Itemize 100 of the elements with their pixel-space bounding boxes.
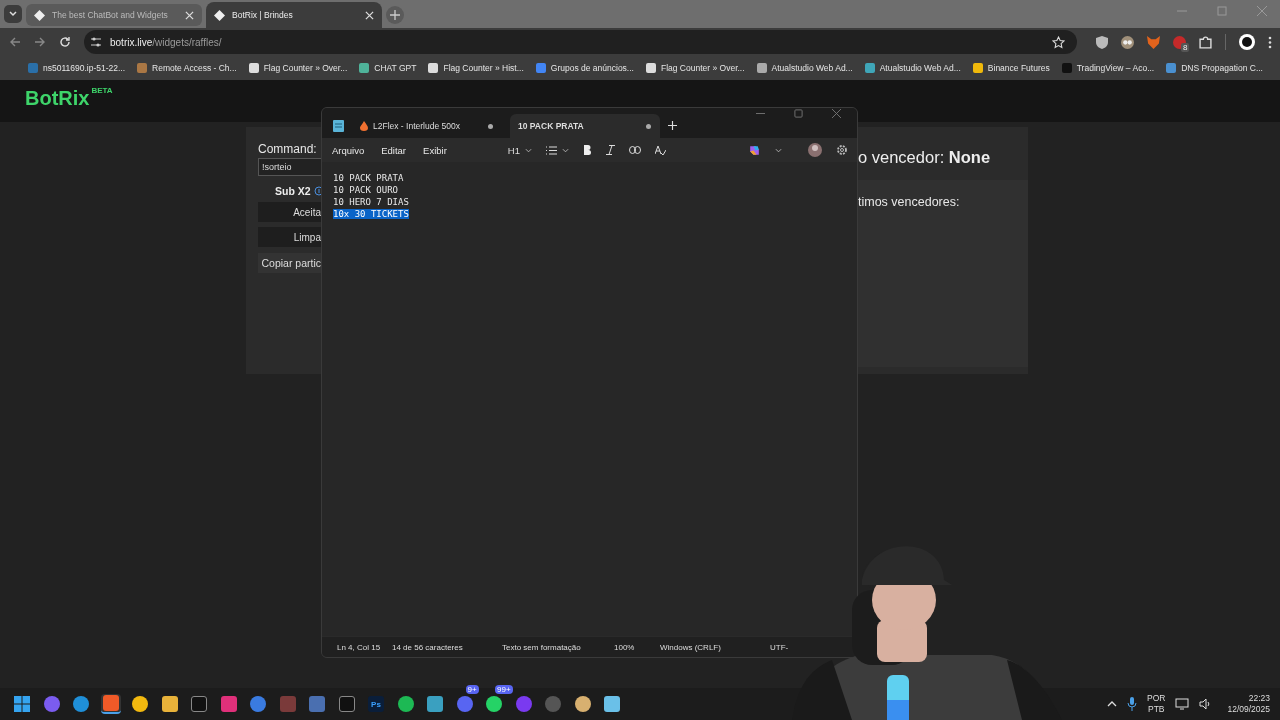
caret-icon xyxy=(561,147,569,153)
tab-list-button[interactable] xyxy=(4,5,22,23)
notification-badge: 9+ xyxy=(465,685,479,694)
taskbar-app[interactable] xyxy=(130,694,150,714)
document-tab[interactable]: 10 PACK PRATA xyxy=(510,114,660,138)
taskbar-app[interactable] xyxy=(602,694,622,714)
notification-badge: 99+ xyxy=(495,685,513,694)
menu-item[interactable]: Exibir xyxy=(423,144,447,156)
status-item: 100% xyxy=(614,642,636,652)
taskbar-app[interactable] xyxy=(336,694,357,714)
bookmark[interactable]: ns5011690.ip-51-22... xyxy=(28,63,126,73)
beta-label: BETA xyxy=(91,86,113,95)
taskbar-app[interactable] xyxy=(425,694,445,714)
fox-icon[interactable] xyxy=(1147,35,1160,49)
bookmark[interactable]: Grupos de anúncios... xyxy=(535,63,634,73)
browser-tab[interactable]: BotRix | Brindes xyxy=(206,2,382,28)
caret-icon[interactable] xyxy=(775,147,782,153)
taskbar-app[interactable] xyxy=(484,694,504,714)
bold-icon[interactable] xyxy=(582,145,592,155)
app-icon xyxy=(279,696,296,712)
url-text: botrix.live/widgets/raffles/ xyxy=(110,36,222,48)
bookmark[interactable]: Atualstudio Web Ad... xyxy=(756,63,853,73)
tab-title: 10 PACK PRATA xyxy=(518,121,584,131)
taskbar-app[interactable] xyxy=(12,694,32,714)
star-icon[interactable] xyxy=(1052,35,1065,49)
link-icon[interactable] xyxy=(628,146,641,154)
action-button[interactable]: Aceita xyxy=(258,202,321,222)
info-icon[interactable] xyxy=(313,186,322,196)
speaker-icon[interactable] xyxy=(1199,698,1212,710)
monitor-icon[interactable] xyxy=(1175,698,1190,710)
menu-icon[interactable] xyxy=(1268,35,1272,49)
heading-dropdown[interactable]: H1 xyxy=(507,144,532,156)
menu-item[interactable]: Editar xyxy=(381,144,407,156)
app-icon xyxy=(161,696,178,712)
app-icon xyxy=(43,696,60,712)
extension-icon[interactable] xyxy=(1173,35,1186,49)
text-editor[interactable]: 10 PACK PRATA 10 PACK OURO 10 HERO 7 DIAS 10x 30 TICKETS xyxy=(322,162,857,636)
action-button[interactable]: Copiar partic xyxy=(258,253,321,273)
diamond-icon xyxy=(214,9,225,21)
settings-icon[interactable] xyxy=(836,144,848,156)
taskbar-app[interactable] xyxy=(189,694,209,714)
command-field[interactable]: !sorteio xyxy=(258,158,321,176)
back-icon[interactable] xyxy=(9,36,21,48)
close-icon[interactable] xyxy=(832,109,841,118)
app-icon xyxy=(545,696,561,712)
taskbar-app[interactable] xyxy=(100,694,121,714)
clock[interactable]: 22:23 12/09/2025 xyxy=(1227,693,1270,715)
bookmark[interactable]: CHAT GPT xyxy=(359,63,417,73)
taskbar-app[interactable] xyxy=(71,694,91,714)
language-indicator[interactable]: POR PTB xyxy=(1147,693,1166,715)
bookmark[interactable]: Atualstudio Web Ad... xyxy=(864,63,961,73)
taskbar-app[interactable]: Ps xyxy=(366,694,386,714)
taskbar-app[interactable] xyxy=(218,694,239,714)
notepad-icon xyxy=(333,120,344,132)
app-icon xyxy=(604,696,620,712)
plus-icon xyxy=(390,10,400,20)
tab-title: L2Flex - Interlude 500x xyxy=(373,121,460,131)
action-button[interactable]: Limpa xyxy=(258,227,321,247)
bookmark[interactable]: TradingView – Aco... xyxy=(1061,63,1155,73)
italic-icon[interactable] xyxy=(605,145,615,155)
sub-label: Sub X2 xyxy=(275,185,311,197)
unsaved-dot xyxy=(488,123,493,129)
browser-tab[interactable]: The best ChatBot and Widgets xyxy=(26,4,202,26)
tab-title: The best ChatBot and Widgets xyxy=(52,10,169,20)
app-icon xyxy=(515,696,532,712)
start-icon xyxy=(14,696,30,712)
bookmark[interactable]: DNS Propagation C... xyxy=(1166,63,1263,73)
spellcheck-icon[interactable] xyxy=(654,144,666,156)
caret-icon xyxy=(8,9,18,19)
sliders-icon[interactable] xyxy=(90,36,102,48)
profile-avatar-icon[interactable] xyxy=(1239,34,1255,50)
account-avatar-icon[interactable] xyxy=(808,143,822,157)
new-tab-button[interactable] xyxy=(386,6,404,24)
plus-icon[interactable] xyxy=(668,121,677,130)
bookmark[interactable]: Flag Counter » Over... xyxy=(645,63,745,73)
status-item: 14 de 56 caracteres xyxy=(392,642,464,652)
taskbar-app[interactable] xyxy=(248,694,268,714)
shield-icon[interactable] xyxy=(1096,35,1108,49)
reload-icon[interactable] xyxy=(59,36,71,48)
bookmark[interactable]: Binance Futures xyxy=(972,63,1050,73)
caret-icon xyxy=(524,147,532,153)
address-bar[interactable]: botrix.live/widgets/raffles/ xyxy=(84,30,1077,54)
puzzle-icon[interactable] xyxy=(1199,35,1212,49)
bookmark[interactable]: Flag Counter » Over... xyxy=(248,63,348,73)
bookmark[interactable]: Flag Counter » Hist... xyxy=(428,63,524,73)
app-icon xyxy=(427,696,443,712)
forward-icon[interactable] xyxy=(34,36,46,48)
app-icon xyxy=(73,696,89,712)
document-tab[interactable]: L2Flex - Interlude 500x xyxy=(352,114,502,138)
bookmark[interactable]: Remote Access - Ch... xyxy=(137,63,237,73)
microphone-icon[interactable] xyxy=(1127,697,1138,711)
logo[interactable]: BotRix xyxy=(25,86,90,110)
taskbar-app[interactable] xyxy=(159,694,180,714)
chevron-up-icon[interactable] xyxy=(1107,699,1118,709)
status-item: Windows (CRLF) xyxy=(660,642,722,652)
unsaved-dot xyxy=(646,123,651,129)
list-dropdown[interactable] xyxy=(545,145,569,155)
app-icon xyxy=(250,696,266,712)
winner-text: o vencedor: None xyxy=(858,148,992,168)
menu-item[interactable]: Arquivo xyxy=(332,144,365,156)
